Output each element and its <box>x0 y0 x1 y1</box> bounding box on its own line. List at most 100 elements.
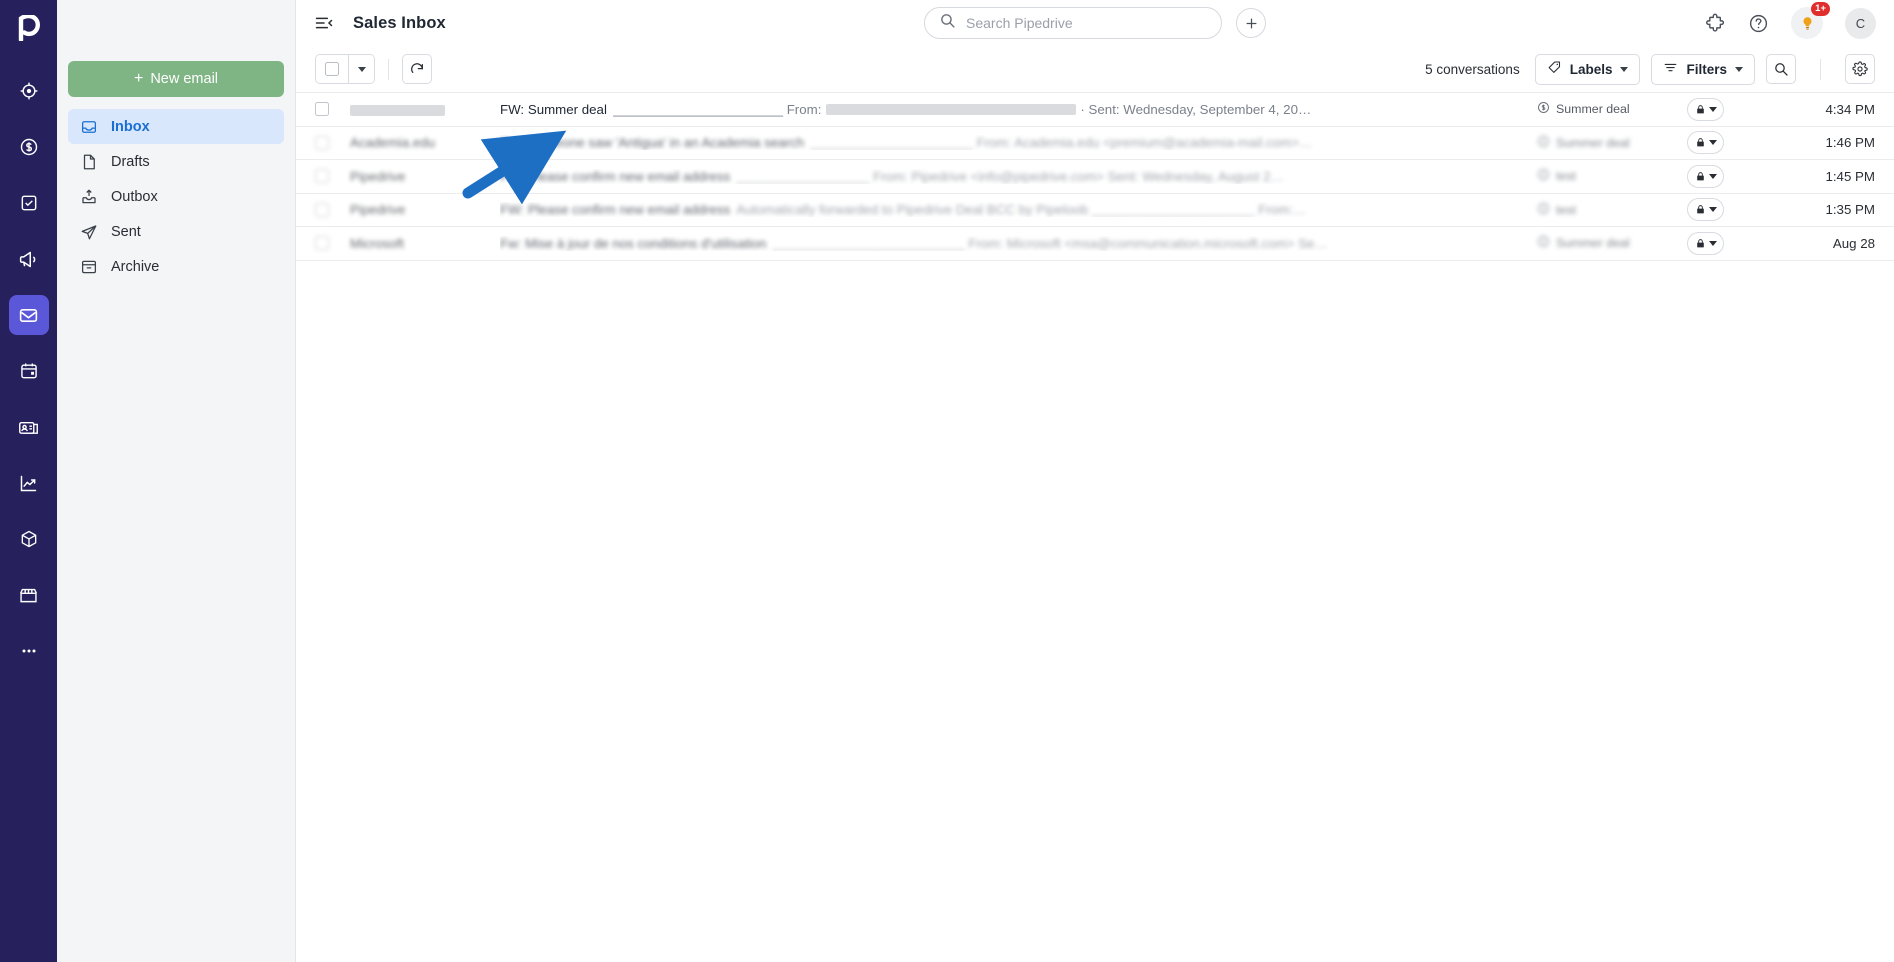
rail-item-activities-icon[interactable] <box>9 183 49 223</box>
row-deal[interactable]: Summer deal <box>1537 135 1687 151</box>
row-sender: Microsoft <box>350 235 404 251</box>
table-row[interactable]: FW: Summer deal _______________________ … <box>296 93 1894 127</box>
row-deal[interactable]: test <box>1537 202 1687 218</box>
conversation-count: 5 conversations <box>1425 61 1520 77</box>
row-lock <box>1687 231 1797 255</box>
refresh-button[interactable] <box>402 54 432 84</box>
rail-item-contacts-icon[interactable] <box>9 407 49 447</box>
table-row[interactable]: Microsoft Fw: Mise à jour de nos conditi… <box>296 227 1894 261</box>
rail-item-insights-icon[interactable] <box>9 463 49 503</box>
row-snippet: __________________________ From: Microso… <box>772 235 1328 251</box>
row-deal[interactable]: Summer deal <box>1537 101 1687 117</box>
list-search-button[interactable] <box>1766 54 1796 84</box>
deal-label: Summer deal <box>1556 135 1630 150</box>
search-input[interactable] <box>966 15 1207 31</box>
sent-icon <box>79 222 98 241</box>
select-dropdown-button[interactable] <box>348 55 374 83</box>
sidebar-item-outbox[interactable]: Outbox <box>68 179 284 214</box>
primary-nav-rail <box>0 0 57 962</box>
checkbox-icon <box>325 62 339 76</box>
sidebar-item-label: Archive <box>111 258 160 275</box>
row-checkbox[interactable] <box>315 169 329 184</box>
list-toolbar: 5 conversations Labels Filters <box>296 46 1894 93</box>
folder-list: Inbox Drafts Outbox Sent Archive <box>68 109 284 284</box>
row-snippet: Automatically forwarded to Pipedrive Dea… <box>736 202 1307 218</box>
rail-item-deals-icon[interactable] <box>9 127 49 167</box>
row-time: 4:34 PM <box>1825 101 1875 117</box>
row-checkbox[interactable] <box>315 202 329 217</box>
row-deal[interactable]: Summer deal <box>1537 235 1687 251</box>
row-time: Aug 28 <box>1832 235 1875 251</box>
visibility-lock-button[interactable] <box>1687 231 1724 255</box>
settings-button[interactable] <box>1845 54 1875 84</box>
row-time: 1:45 PM <box>1825 168 1875 184</box>
extensions-icon[interactable] <box>1705 13 1726 34</box>
top-bar: Sales Inbox Search Pipedrive 1+ C <box>296 0 1894 46</box>
deal-money-icon <box>1537 202 1550 218</box>
rail-item-more-icon[interactable] <box>9 631 49 671</box>
visibility-lock-button[interactable] <box>1687 164 1724 188</box>
rail-item-mail-icon[interactable] <box>8 295 49 335</box>
main-area: Sales Inbox Search Pipedrive 1+ C 5 conv… <box>296 0 1894 962</box>
deal-label: Summer deal <box>1556 102 1630 117</box>
labels-button[interactable]: Labels <box>1534 53 1641 85</box>
row-subject: FW: Summer deal <box>500 101 607 117</box>
avatar[interactable]: C <box>1845 7 1876 39</box>
new-email-button[interactable]: + New email <box>68 61 284 97</box>
row-snippet: _______________________ From: <box>612 101 822 117</box>
global-search-group <box>924 7 1266 39</box>
chevron-down-icon <box>1708 240 1717 246</box>
row-checkbox[interactable] <box>315 102 329 117</box>
notification-badge: 1+ <box>1811 2 1830 16</box>
row-lock <box>1687 97 1797 121</box>
chevron-down-icon <box>1708 207 1717 213</box>
chevron-down-icon <box>1620 66 1629 72</box>
sidebar-item-sent[interactable]: Sent <box>68 214 284 249</box>
notifications-button[interactable]: 1+ <box>1791 2 1830 39</box>
row-lock <box>1687 198 1797 222</box>
sidebar-item-label: Drafts <box>111 153 150 170</box>
pipedrive-logo[interactable] <box>0 0 57 55</box>
help-icon[interactable] <box>1748 13 1769 34</box>
row-deal[interactable]: test <box>1537 168 1687 184</box>
sidebar-item-inbox[interactable]: Inbox <box>68 109 284 144</box>
chevron-down-icon <box>1708 140 1717 146</box>
conversation-list: FW: Summer deal _______________________ … <box>296 93 1894 962</box>
visibility-lock-button[interactable] <box>1687 97 1724 121</box>
row-sender: Pipedrive <box>350 202 406 218</box>
search-box[interactable] <box>924 7 1222 39</box>
table-row[interactable]: Pipedrive FW: Please confirm new email a… <box>296 194 1894 227</box>
visibility-lock-button[interactable] <box>1687 198 1724 222</box>
row-body: FW: Summer deal _______________________ … <box>500 102 1537 117</box>
table-row[interactable]: Pipedrive FW: Please confirm new email a… <box>296 160 1894 194</box>
row-body: FW: Someone saw 'Antigua' in an Academia… <box>500 135 1537 150</box>
row-snippet: ______________________ From: Academia.ed… <box>810 135 1313 151</box>
visibility-lock-button[interactable] <box>1687 131 1724 155</box>
row-checkbox[interactable] <box>315 135 329 150</box>
row-sender: Academia.edu <box>350 135 436 151</box>
row-time: 1:35 PM <box>1825 202 1875 218</box>
rail-item-campaigns-icon[interactable] <box>9 239 49 279</box>
select-all-checkbox[interactable] <box>316 55 348 83</box>
rail-item-leads-icon[interactable] <box>9 71 49 111</box>
table-row[interactable]: Academia.edu FW: Someone saw 'Antigua' i… <box>296 127 1894 160</box>
hamburger-collapse-icon[interactable] <box>314 13 334 33</box>
filters-label: Filters <box>1686 61 1727 77</box>
sidebar-item-drafts[interactable]: Drafts <box>68 144 284 179</box>
rail-item-products-icon[interactable] <box>9 519 49 559</box>
toolbar-right: 5 conversations Labels Filters <box>1425 53 1875 85</box>
deal-money-icon <box>1537 135 1550 151</box>
deal-label: test <box>1556 169 1576 184</box>
filters-button[interactable]: Filters <box>1651 53 1755 85</box>
rail-item-calendar-icon[interactable] <box>9 351 49 391</box>
deal-money-icon <box>1537 168 1550 184</box>
row-checkbox[interactable] <box>315 236 329 251</box>
rail-item-marketplace-icon[interactable] <box>9 575 49 615</box>
row-snippet: __________________ From: Pipedrive <info… <box>736 168 1284 184</box>
deal-money-icon <box>1537 235 1550 251</box>
row-time: 1:46 PM <box>1825 135 1875 151</box>
sidebar-item-archive[interactable]: Archive <box>68 249 284 284</box>
row-sender: Pipedrive <box>350 168 406 184</box>
top-right-icons: 1+ C <box>1705 2 1876 39</box>
quick-add-button[interactable] <box>1236 8 1266 38</box>
